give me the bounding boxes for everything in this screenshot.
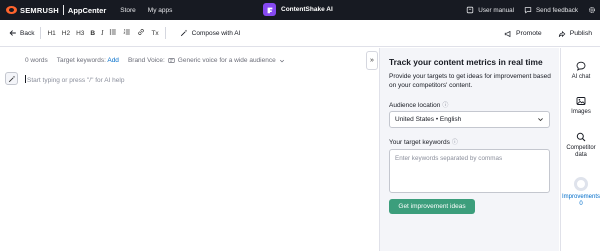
share-arrow-icon [558, 30, 566, 37]
back-button[interactable]: Back [9, 29, 34, 37]
feedback-icon [524, 7, 532, 14]
brand-voice-value: Generic voice for a wide audience [177, 57, 276, 64]
chevron-down-icon [537, 116, 544, 125]
publish-label: Publish [569, 30, 592, 37]
brand-voice-label: Brand Voice: [127, 57, 165, 64]
panel-title: Track your content metrics in real time [389, 57, 543, 67]
link-button[interactable] [137, 28, 145, 38]
image-icon [576, 97, 586, 105]
collapse-panel-button[interactable]: » [366, 51, 378, 70]
logo-divider [62, 5, 64, 15]
add-keywords-link[interactable]: Add [107, 57, 119, 64]
search-icon [576, 132, 586, 142]
editor-meta-row: 0 words Target keywords: Add Brand Voice… [25, 57, 285, 64]
magic-wand-icon [180, 29, 187, 37]
megaphone-icon [504, 30, 511, 37]
top-bar: SEMRUSH AppCenter Store My apps ContentS… [0, 0, 600, 20]
semrush-logo-icon [6, 6, 18, 14]
bold-button[interactable]: B [90, 30, 95, 37]
panel-description: Provide your targets to get ideas for im… [389, 73, 551, 89]
audience-location-value: United States • English [395, 116, 462, 123]
contentshake-app-icon [263, 3, 276, 16]
gear-icon [589, 7, 595, 13]
rail-ai-chat-label: AI chat [571, 74, 591, 80]
rail-competitor-data-label-1: Competitor [566, 145, 596, 151]
brand-voice-selector[interactable]: Brand Voice: Generic voice for a wide au… [128, 57, 285, 64]
compose-with-ai-label: Compose with AI [191, 29, 241, 37]
target-keywords-label: Your target keywords [389, 139, 450, 146]
content-metrics-panel: Track your content metrics in real time … [379, 48, 559, 251]
appcenter-label: AppCenter [67, 5, 107, 15]
top-right-actions: User manual Send feedback [466, 0, 596, 20]
heading3-button[interactable]: H3 [76, 30, 84, 37]
numbered-list-button[interactable] [123, 28, 131, 38]
rail-competitor-data-label-2: data [575, 152, 587, 158]
rail-ai-chat[interactable]: AI chat [561, 61, 600, 81]
italic-button[interactable]: I [101, 29, 103, 37]
info-icon: ⓘ [442, 103, 449, 109]
rail-images-label: Images [571, 109, 591, 115]
compose-with-ai-button[interactable]: Compose with AI [180, 29, 241, 37]
insert-block-button[interactable] [5, 72, 18, 85]
toolbar-right-actions: Promote Publish [504, 20, 592, 47]
link-icon [138, 29, 145, 35]
magic-wand-icon [8, 75, 15, 82]
editor-placeholder: Start typing or press "/" for AI help [27, 77, 125, 84]
chat-icon [576, 61, 586, 71]
heading2-button[interactable]: H2 [62, 30, 70, 37]
progress-ring-icon [574, 177, 588, 191]
nav-my-apps[interactable]: My apps [148, 7, 173, 14]
numbered-list-icon [123, 29, 131, 35]
promote-button[interactable]: Promote [504, 30, 542, 38]
bulleted-list-button[interactable] [109, 28, 117, 38]
send-feedback-label: Send feedback [535, 6, 578, 14]
heading1-button[interactable]: H1 [47, 30, 55, 37]
book-icon [467, 6, 474, 14]
settings-button[interactable] [588, 6, 596, 14]
info-icon: ⓘ [451, 140, 458, 146]
text-cursor [25, 75, 26, 83]
nav-store[interactable]: Store [120, 7, 136, 14]
rail-competitor-data[interactable]: Competitor data [561, 132, 600, 159]
audience-location-select[interactable]: United States • English [389, 111, 550, 128]
target-keywords-label-row: Your target keywords ⓘ [389, 137, 458, 146]
back-label: Back [20, 29, 35, 37]
user-manual-link[interactable]: User manual [466, 6, 514, 14]
format-controls: H1 H2 H3 B I Tx [47, 28, 158, 38]
app-header: ContentShake AI [263, 3, 333, 16]
editor-area[interactable]: 0 words Target keywords: Add Brand Voice… [0, 48, 366, 251]
editor-input[interactable]: Start typing or press "/" for AI help [25, 75, 124, 84]
rail-images[interactable]: Images [561, 96, 600, 116]
word-count: 0 words [25, 57, 48, 64]
toolbar-divider [40, 27, 42, 39]
side-rail: AI chat Images Competitor data Improveme… [560, 48, 600, 251]
target-keywords: Target keywords: Add [57, 57, 119, 64]
top-nav: Store My apps [120, 7, 172, 14]
user-manual-label: User manual [478, 6, 514, 14]
rail-improvements-label: Improvements [561, 194, 600, 200]
clear-format-button[interactable]: Tx [151, 30, 158, 37]
publish-button[interactable]: Publish [558, 30, 592, 38]
app-title: ContentShake AI [281, 6, 333, 13]
editor-toolbar: Back H1 H2 H3 B I Tx Compose with AI Pro… [0, 20, 600, 47]
audience-location-label-row: Audience location ⓘ [389, 100, 448, 109]
get-improvement-ideas-button[interactable]: Get improvement ideas [389, 199, 475, 214]
chevron-down-icon [279, 59, 284, 62]
target-keywords-label: Target keywords: [56, 57, 106, 64]
promote-label: Promote [516, 30, 542, 37]
audience-location-label: Audience location [389, 102, 441, 109]
semrush-logo[interactable]: SEMRUSH AppCenter [6, 0, 106, 20]
bulleted-list-icon [110, 29, 117, 35]
brand-name: SEMRUSH [20, 5, 59, 15]
send-feedback-link[interactable]: Send feedback [524, 6, 578, 14]
rail-improvements[interactable]: Improvements 0 [561, 177, 600, 208]
voice-icon [168, 58, 175, 63]
rail-improvements-count: 0 [579, 201, 583, 207]
toolbar-divider [164, 27, 166, 39]
arrow-left-icon [9, 30, 16, 36]
target-keywords-input[interactable]: Enter keywords separated by commas [389, 149, 550, 193]
